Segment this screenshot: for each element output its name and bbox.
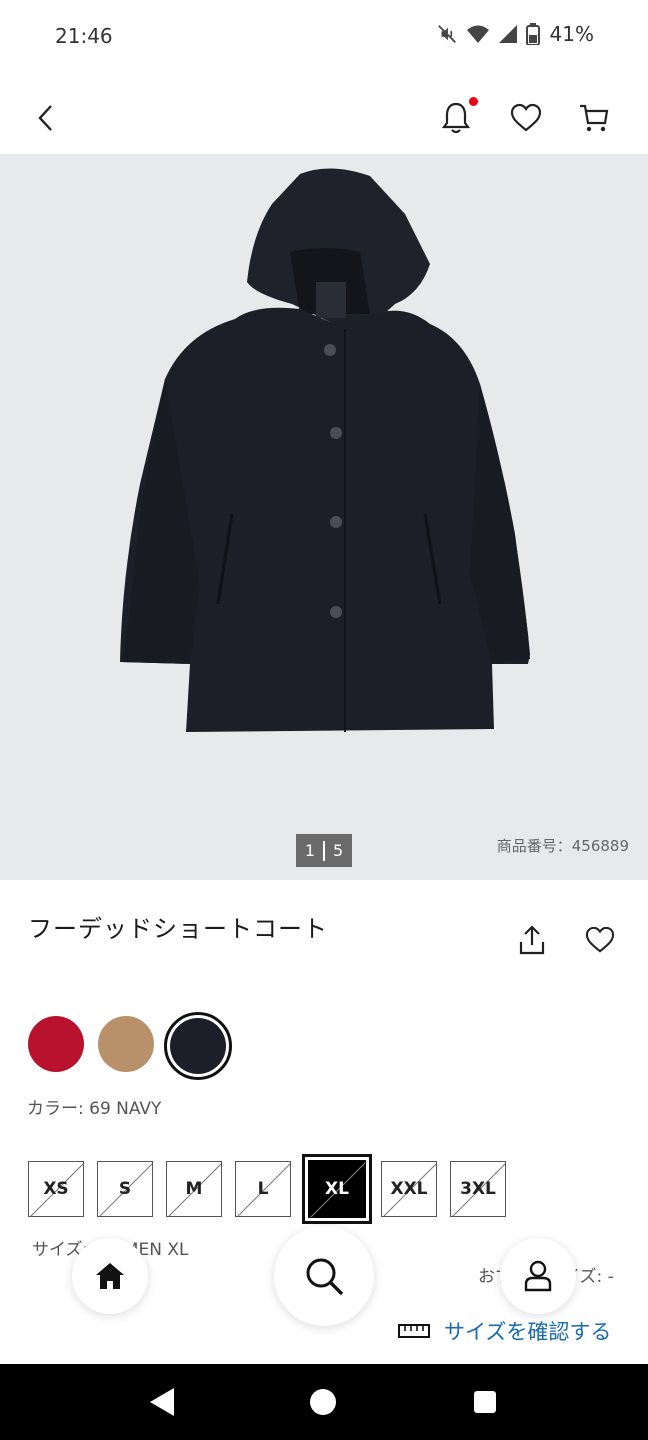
share-icon <box>519 925 545 955</box>
account-icon <box>524 1260 552 1292</box>
size-option-s[interactable]: S <box>97 1161 153 1217</box>
status-time: 21:46 <box>55 24 113 48</box>
battery-percent: 41% <box>549 22 594 46</box>
search-icon <box>306 1258 344 1296</box>
system-recents-icon[interactable] <box>474 1391 496 1413</box>
size-xl-label: XL <box>325 1179 349 1199</box>
product-image <box>120 168 530 732</box>
app-header <box>0 76 648 154</box>
size-xxl-label: XXL <box>390 1179 428 1199</box>
search-button[interactable] <box>274 1226 374 1326</box>
product-code: 商品番号：456889 <box>496 837 629 855</box>
size-l-label: L <box>257 1179 269 1199</box>
status-bar: 21:46 41% <box>0 0 648 76</box>
home-icon <box>96 1263 124 1289</box>
back-icon <box>38 105 52 131</box>
bell-icon <box>441 102 471 134</box>
wifi-icon <box>466 25 489 43</box>
system-home-icon[interactable] <box>310 1389 336 1415</box>
favorites-button[interactable] <box>504 96 548 140</box>
size-option-xs[interactable]: XS <box>28 1161 84 1217</box>
home-button[interactable] <box>72 1238 148 1314</box>
pager-current: 1 <box>304 841 315 860</box>
size-option-xl[interactable]: XL <box>308 1160 366 1218</box>
size-3xl-label: 3XL <box>460 1179 496 1199</box>
ruler-icon <box>398 1324 430 1338</box>
status-icons: 41% <box>436 22 594 46</box>
system-back-icon[interactable] <box>148 1386 176 1418</box>
account-button[interactable] <box>500 1238 576 1314</box>
color-swatch-navy[interactable] <box>170 1018 226 1074</box>
image-pager: 1 5 <box>296 834 352 867</box>
product-title: フーデッドショートコート <box>28 915 328 943</box>
color-swatch-beige[interactable] <box>98 1016 154 1072</box>
notification-dot <box>469 97 478 106</box>
size-m-label: M <box>185 1179 203 1199</box>
back-button[interactable] <box>26 96 66 140</box>
battery-icon <box>525 23 540 45</box>
size-xs-label: XS <box>43 1179 69 1199</box>
size-option-l[interactable]: L <box>235 1161 291 1217</box>
cart-icon <box>580 104 609 132</box>
heart-icon <box>510 103 542 132</box>
size-option-m[interactable]: M <box>166 1161 222 1217</box>
notifications-button[interactable] <box>434 96 478 140</box>
system-nav-bar <box>0 1364 648 1440</box>
color-swatch-red[interactable] <box>28 1016 84 1072</box>
add-favorite-button[interactable] <box>578 918 622 962</box>
pager-total: 5 <box>333 841 344 860</box>
size-check-link[interactable]: サイズを確認する <box>398 1316 611 1346</box>
size-option-3xl[interactable]: 3XL <box>450 1161 506 1217</box>
mute-icon <box>437 25 456 43</box>
size-check-label: サイズを確認する <box>444 1320 612 1344</box>
product-image-carousel[interactable]: 1 5 商品番号：456889 <box>0 154 648 880</box>
share-button[interactable] <box>510 918 554 962</box>
pager-separator <box>323 840 325 861</box>
product-detail-page: 21:46 41% 1 5 商品番号：456889 フーデッドショートコート カ… <box>0 0 648 1440</box>
heart-icon <box>585 926 615 953</box>
size-s-label: S <box>118 1179 132 1199</box>
size-option-xxl[interactable]: XXL <box>381 1161 437 1217</box>
signal-icon <box>498 25 517 43</box>
cart-button[interactable] <box>572 96 616 140</box>
color-label: カラー: 69 NAVY <box>27 1099 162 1119</box>
